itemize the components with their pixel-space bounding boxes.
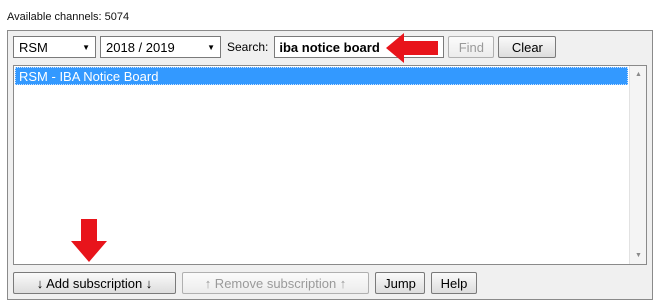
red-arrow-icon <box>71 219 107 262</box>
scrollbar[interactable]: ▲ ▼ <box>629 66 646 264</box>
help-button[interactable]: Help <box>431 272 477 294</box>
scroll-up-icon[interactable]: ▲ <box>630 66 646 83</box>
chevron-down-icon: ▼ <box>207 42 215 52</box>
clear-button[interactable]: Clear <box>498 36 557 58</box>
list-item[interactable]: RSM - IBA Notice Board <box>15 67 628 85</box>
find-button[interactable]: Find <box>448 36 495 58</box>
jump-button[interactable]: Jump <box>375 272 425 294</box>
course-select[interactable]: RSM ▼ <box>13 36 96 58</box>
toolbar: RSM ▼ 2018 / 2019 ▼ Search: Find Clear <box>13 36 557 58</box>
add-subscription-button[interactable]: ↓ Add subscription ↓ <box>13 272 176 294</box>
course-select-value: RSM <box>19 39 48 55</box>
channel-list[interactable]: RSM - IBA Notice Board ▲ ▼ <box>13 65 647 265</box>
year-select[interactable]: 2018 / 2019 ▼ <box>100 36 221 58</box>
scroll-down-icon[interactable]: ▼ <box>630 247 646 264</box>
year-select-value: 2018 / 2019 <box>106 39 175 55</box>
chevron-down-icon: ▼ <box>82 42 90 52</box>
available-channels-label: Available channels: 5074 <box>7 11 130 23</box>
search-label: Search: <box>227 40 269 54</box>
action-bar: ↓ Add subscription ↓ ↑ Remove subscripti… <box>13 272 477 294</box>
red-arrow-icon <box>386 33 438 63</box>
remove-subscription-button[interactable]: ↑ Remove subscription ↑ <box>182 272 369 294</box>
